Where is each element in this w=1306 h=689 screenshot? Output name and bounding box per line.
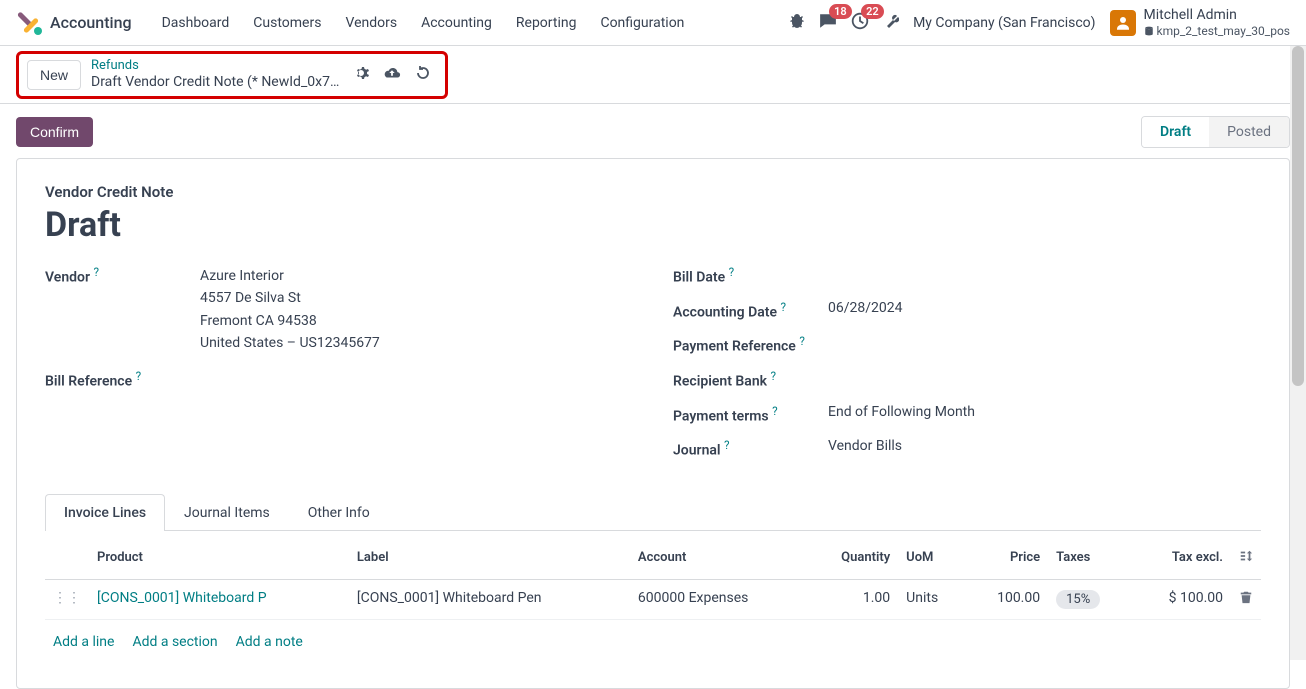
vertical-scrollbar[interactable] — [1290, 46, 1306, 660]
status-bar: Draft Posted — [1141, 116, 1290, 148]
table-row[interactable]: ⋮⋮ [CONS_0001] Whiteboard P [CONS_0001] … — [45, 579, 1261, 619]
help-icon[interactable]: ? — [772, 404, 778, 418]
nav-customers[interactable]: Customers — [241, 15, 333, 31]
accounting-date-label: Accounting Date ? — [673, 300, 828, 321]
messages-badge: 18 — [829, 4, 852, 19]
form-sheet: Vendor Credit Note Draft Vendor ? Azure … — [16, 158, 1290, 689]
col-label: Label — [349, 537, 630, 580]
add-section[interactable]: Add a section — [132, 634, 217, 650]
field-col-right: Bill Date ? Accounting Date ? 06/28/2024… — [673, 265, 1261, 473]
control-bar: New Refunds Draft Vendor Credit Note (* … — [0, 46, 1306, 104]
topnav-right: 18 22 My Company (San Francisco) Mitchel… — [789, 7, 1290, 38]
cell-uom[interactable]: Units — [898, 579, 965, 619]
help-icon[interactable]: ? — [799, 334, 805, 348]
journal-label: Journal ? — [673, 438, 828, 459]
invoice-lines-table: Product Label Account Quantity UoM Price… — [45, 537, 1261, 620]
recipient-bank-label: Recipient Bank ? — [673, 369, 828, 390]
activities-icon[interactable]: 22 — [851, 12, 869, 34]
status-draft[interactable]: Draft — [1142, 117, 1209, 147]
tab-journal-items[interactable]: Journal Items — [165, 494, 289, 531]
nav-links: Dashboard Customers Vendors Accounting R… — [150, 15, 697, 31]
sheet-wrap: Confirm Draft Posted Vendor Credit Note … — [0, 104, 1306, 689]
col-taxexcl: Tax excl. — [1132, 537, 1231, 580]
add-line[interactable]: Add a line — [53, 634, 114, 650]
col-account: Account — [630, 537, 807, 580]
bug-icon[interactable] — [789, 13, 805, 33]
help-icon[interactable]: ? — [771, 369, 777, 383]
breadcrumb: Refunds Draft Vendor Credit Note (* NewI… — [91, 58, 339, 92]
cell-taxes[interactable]: 15% — [1048, 579, 1132, 619]
bill-date-label: Bill Date ? — [673, 265, 828, 286]
cell-quantity[interactable]: 1.00 — [807, 579, 898, 619]
col-taxes: Taxes — [1048, 537, 1132, 580]
col-quantity: Quantity — [807, 537, 898, 580]
payment-reference-label: Payment Reference ? — [673, 334, 828, 355]
status-row: Confirm Draft Posted — [16, 116, 1290, 148]
top-navbar: Accounting Dashboard Customers Vendors A… — [0, 0, 1306, 46]
field-grid: Vendor ? Azure Interior 4557 De Silva St… — [45, 265, 1261, 473]
payment-terms-label: Payment terms ? — [673, 404, 828, 425]
nav-accounting[interactable]: Accounting — [409, 15, 504, 31]
app-name[interactable]: Accounting — [50, 13, 132, 32]
add-note[interactable]: Add a note — [236, 634, 303, 650]
scrollbar-thumb[interactable] — [1292, 46, 1304, 386]
cell-account[interactable]: 600000 Expenses — [630, 579, 807, 619]
activities-badge: 22 — [861, 4, 884, 19]
cell-taxexcl: $ 100.00 — [1132, 579, 1231, 619]
confirm-button[interactable]: Confirm — [16, 117, 93, 147]
new-button[interactable]: New — [27, 60, 81, 90]
discard-icon[interactable] — [415, 65, 431, 85]
product-link[interactable]: [CONS_0001] Whiteboard P — [97, 590, 267, 606]
breadcrumb-actions — [353, 65, 431, 85]
gear-icon[interactable] — [353, 65, 369, 85]
db-name: kmp_2_test_may_30_pos — [1144, 24, 1290, 38]
col-uom: UoM — [898, 537, 965, 580]
tab-invoice-lines[interactable]: Invoice Lines — [45, 494, 165, 531]
col-price: Price — [965, 537, 1048, 580]
nav-configuration[interactable]: Configuration — [588, 15, 696, 31]
journal-value[interactable]: Vendor Bills — [828, 438, 1261, 454]
cell-label[interactable]: [CONS_0001] Whiteboard Pen — [349, 579, 630, 619]
tax-chip: 15% — [1056, 590, 1100, 609]
cell-price[interactable]: 100.00 — [965, 579, 1048, 619]
bill-reference-label: Bill Reference ? — [45, 369, 200, 390]
nav-reporting[interactable]: Reporting — [504, 15, 589, 31]
company-switcher[interactable]: My Company (San Francisco) — [913, 15, 1095, 31]
tools-icon[interactable] — [883, 13, 899, 33]
line-tabs: Invoice Lines Journal Items Other Info — [45, 493, 1261, 531]
payment-terms-value[interactable]: End of Following Month — [828, 404, 1261, 420]
user-menu[interactable]: Mitchell Admin kmp_2_test_may_30_pos — [1110, 7, 1290, 38]
help-icon[interactable]: ? — [724, 438, 730, 452]
cloud-save-icon[interactable] — [383, 65, 401, 85]
help-icon[interactable]: ? — [780, 300, 786, 314]
document-type: Vendor Credit Note — [45, 183, 1261, 201]
document-title: Draft — [45, 205, 1261, 245]
breadcrumb-parent[interactable]: Refunds — [91, 58, 339, 74]
col-product: Product — [89, 537, 349, 580]
vendor-value[interactable]: Azure Interior 4557 De Silva St Fremont … — [200, 265, 633, 355]
nav-dashboard[interactable]: Dashboard — [150, 15, 242, 31]
accounting-date-value[interactable]: 06/28/2024 — [828, 300, 1261, 316]
field-col-left: Vendor ? Azure Interior 4557 De Silva St… — [45, 265, 633, 473]
nav-vendors[interactable]: Vendors — [333, 15, 409, 31]
user-text: Mitchell Admin kmp_2_test_may_30_pos — [1144, 7, 1290, 38]
columns-options-icon[interactable] — [1231, 537, 1261, 580]
delete-row-icon[interactable] — [1231, 579, 1261, 619]
breadcrumb-current: Draft Vendor Credit Note (* NewId_0x7… — [91, 74, 339, 92]
help-icon[interactable]: ? — [93, 265, 99, 279]
tab-other-info[interactable]: Other Info — [289, 494, 389, 531]
app-logo[interactable] — [16, 11, 40, 35]
add-actions: Add a line Add a section Add a note — [45, 620, 1261, 664]
avatar — [1110, 10, 1136, 36]
drag-handle-icon[interactable]: ⋮⋮ — [45, 579, 89, 619]
help-icon[interactable]: ? — [729, 265, 735, 279]
user-name: Mitchell Admin — [1144, 7, 1290, 24]
messages-icon[interactable]: 18 — [819, 12, 837, 34]
help-icon[interactable]: ? — [136, 369, 142, 383]
breadcrumb-highlight: New Refunds Draft Vendor Credit Note (* … — [16, 51, 448, 99]
status-posted[interactable]: Posted — [1209, 117, 1289, 147]
vendor-label: Vendor ? — [45, 265, 200, 286]
